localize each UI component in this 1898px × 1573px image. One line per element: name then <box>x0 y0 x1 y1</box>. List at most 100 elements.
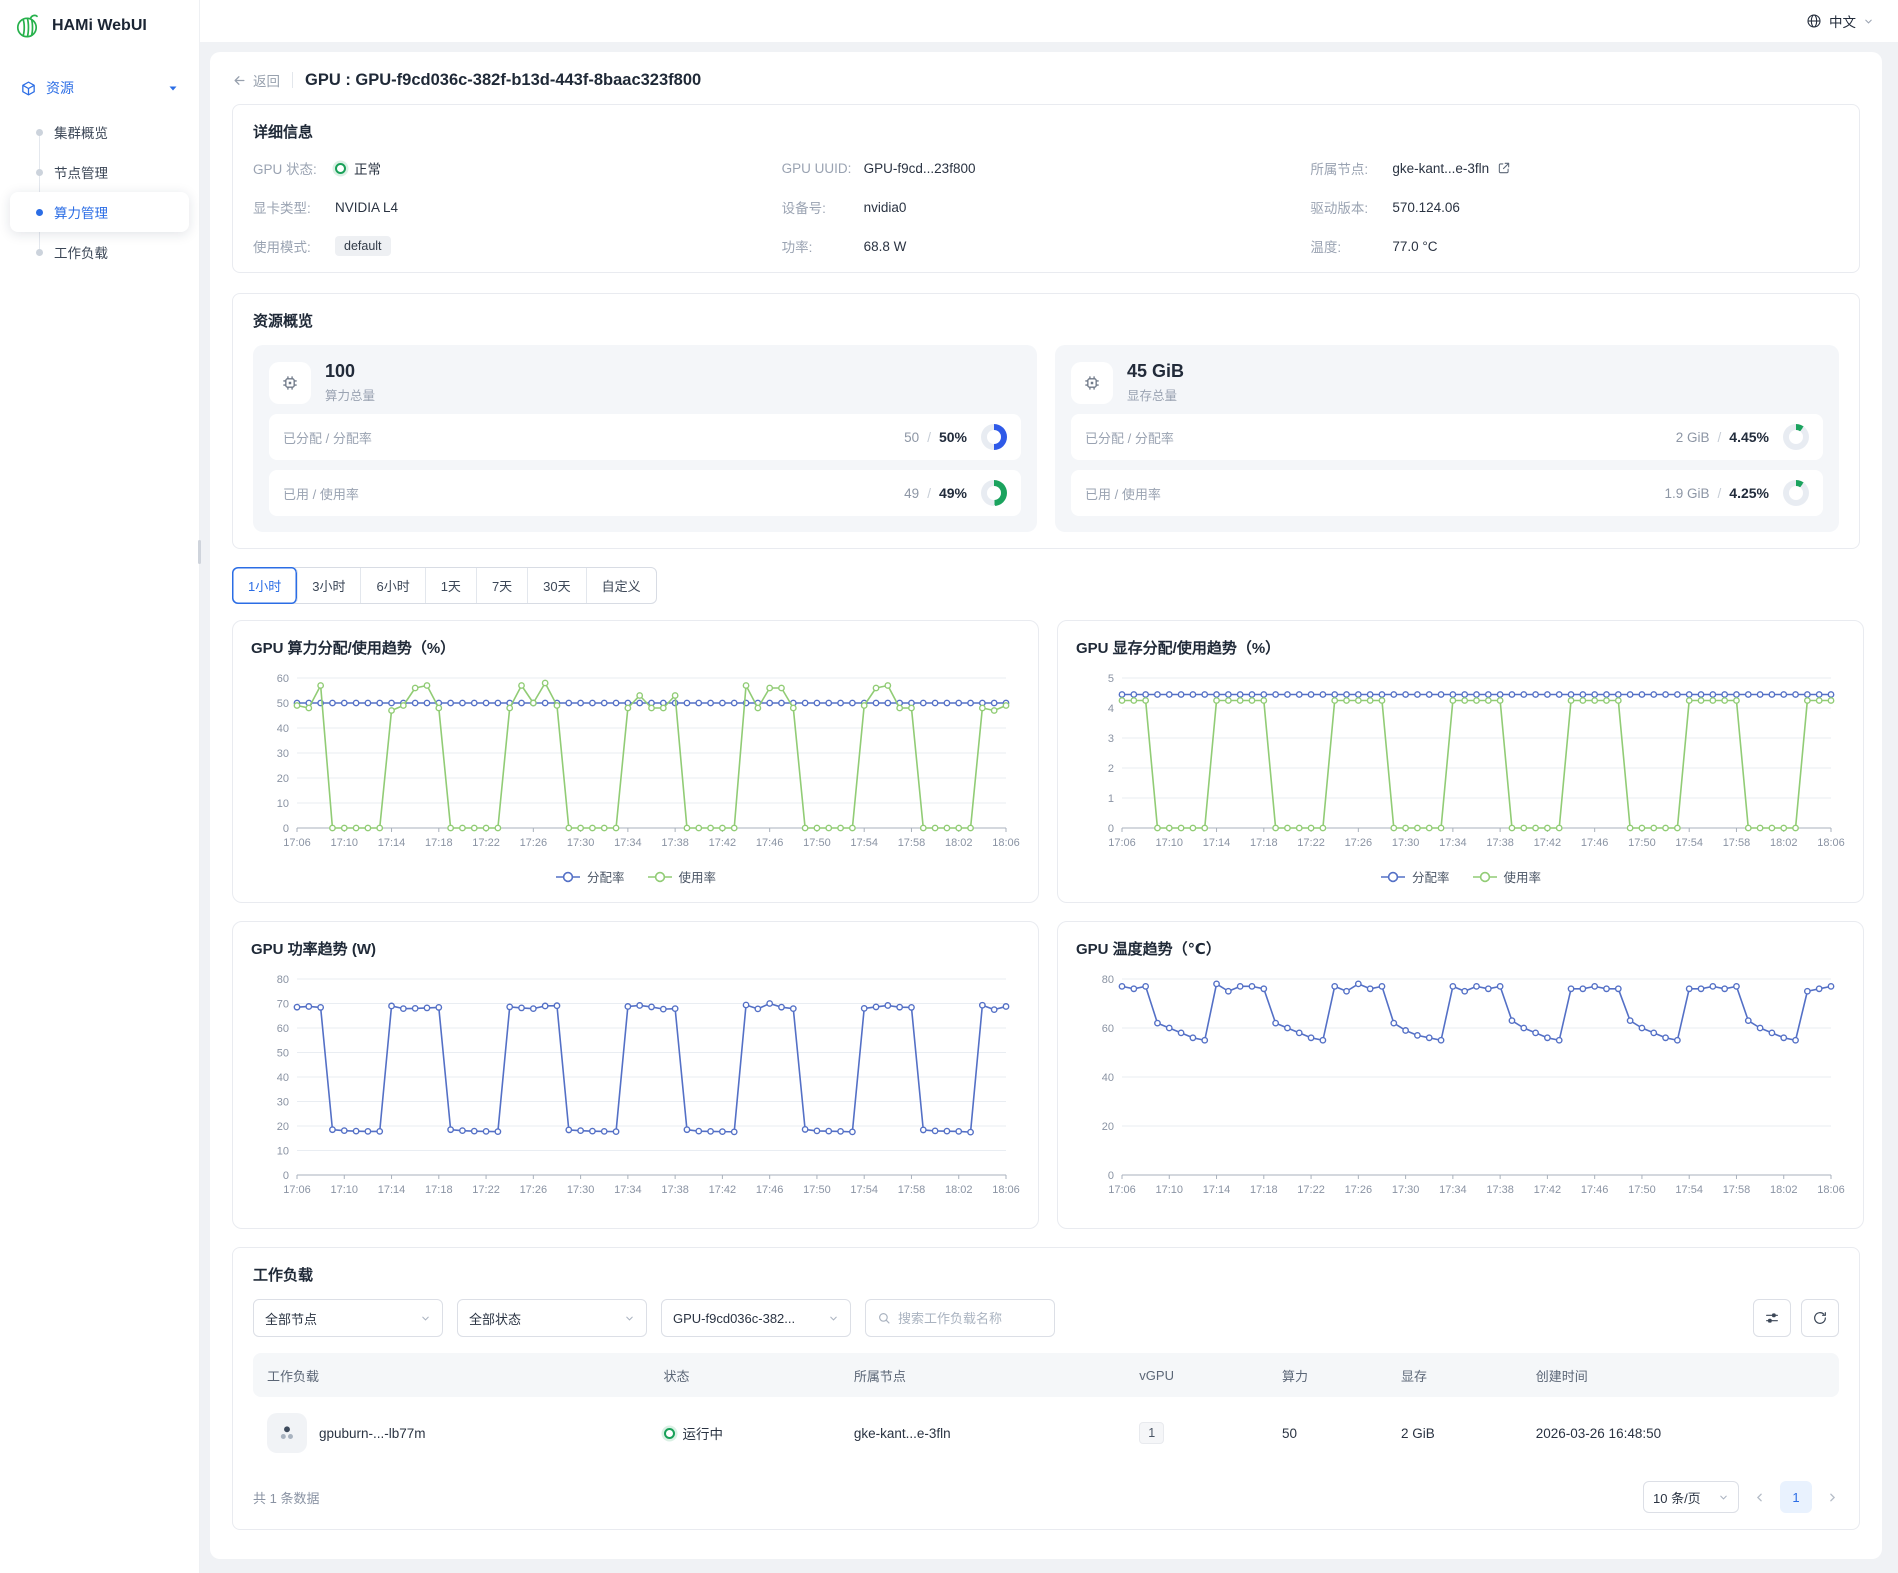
legend-usage[interactable]: 使用率 <box>1472 867 1542 886</box>
row-label: 已分配 / 分配率 <box>283 428 372 447</box>
refresh-button[interactable] <box>1801 1299 1839 1337</box>
sidebar-item-node-management[interactable]: 节点管理 <box>10 152 189 192</box>
svg-text:60: 60 <box>277 673 289 685</box>
sidebar-resize-handle[interactable] <box>198 540 201 564</box>
next-page-button[interactable] <box>1826 1491 1839 1504</box>
detail-info-card: 详细信息 GPU 状态: 正常 GPU UUID: GPU-f9cd...23f… <box>232 104 1860 273</box>
svg-text:18:06: 18:06 <box>1817 837 1845 849</box>
svg-text:10: 10 <box>277 798 289 810</box>
chevron-right-icon <box>1826 1491 1839 1504</box>
svg-text:17:14: 17:14 <box>1203 837 1231 849</box>
table-row[interactable]: gpuburn-...-lb77m 运行中 gke-kant...e-3fln … <box>253 1397 1839 1469</box>
external-link-icon[interactable] <box>1497 161 1511 175</box>
prev-page-button[interactable] <box>1753 1491 1766 1504</box>
compute-trend-chart: 010203040506017:0617:1017:1417:1817:2217… <box>251 668 1020 860</box>
svg-text:50: 50 <box>277 1048 289 1060</box>
tab-3h[interactable]: 3小时 <box>297 568 361 603</box>
field-power: 功率: 68.8 W <box>782 236 1311 256</box>
compute-trend-chart-card: GPU 算力分配/使用趋势（%） 010203040506017:0617:10… <box>232 620 1039 903</box>
page-number-1[interactable]: 1 <box>1780 1481 1812 1513</box>
page-title: GPU : GPU-f9cd036c-382f-b13d-443f-8baac3… <box>305 71 701 90</box>
field-value: 77.0 °C <box>1392 239 1437 254</box>
usage-donut <box>981 480 1007 506</box>
default-mode-badge: default <box>335 236 391 256</box>
field-card-type: 显卡类型: NVIDIA L4 <box>253 197 782 217</box>
language-selector[interactable]: 中文 <box>1806 11 1874 31</box>
legend-allocation[interactable]: 分配率 <box>1380 867 1450 886</box>
chevron-down-icon <box>624 1313 635 1324</box>
svg-text:80: 80 <box>1102 974 1114 986</box>
table-footer: 共 1 条数据 10 条/页 1 <box>253 1481 1839 1513</box>
node-link[interactable]: gke-kant...e-3fln <box>1392 161 1489 176</box>
gpu-filter-select[interactable]: GPU-f9cd036c-382... <box>661 1299 851 1337</box>
field-label: 设备号: <box>782 197 864 217</box>
svg-text:2: 2 <box>1108 763 1114 775</box>
select-value: 全部状态 <box>469 1309 521 1328</box>
svg-text:18:02: 18:02 <box>945 837 973 849</box>
time-range-tabs: 1小时 3小时 6小时 1天 7天 30天 自定义 <box>232 567 657 604</box>
svg-text:17:26: 17:26 <box>520 1184 548 1196</box>
select-value: GPU-f9cd036c-382... <box>673 1311 795 1326</box>
tab-7d[interactable]: 7天 <box>477 568 528 603</box>
tab-custom[interactable]: 自定义 <box>587 568 656 603</box>
workload-name[interactable]: gpuburn-...-lb77m <box>319 1426 426 1441</box>
row-label: 已分配 / 分配率 <box>1085 428 1174 447</box>
field-driver-version: 驱动版本: 570.124.06 <box>1310 197 1839 217</box>
svg-text:17:46: 17:46 <box>756 1184 784 1196</box>
svg-text:17:58: 17:58 <box>1723 1184 1751 1196</box>
svg-text:17:10: 17:10 <box>1156 837 1184 849</box>
chart-title: GPU 温度趋势（℃） <box>1076 938 1845 959</box>
workload-compute: 50 <box>1268 1426 1387 1441</box>
svg-text:20: 20 <box>277 773 289 785</box>
tab-30d[interactable]: 30天 <box>528 568 586 603</box>
svg-text:50: 50 <box>277 698 289 710</box>
tab-1h[interactable]: 1小时 <box>232 567 298 604</box>
svg-text:17:18: 17:18 <box>425 1184 453 1196</box>
memory-total-value: 45 GiB <box>1127 361 1184 382</box>
sidebar-group-resources[interactable]: 资源 <box>10 70 189 106</box>
field-node: 所属节点: gke-kant...e-3fln <box>1310 158 1839 178</box>
watermelon-logo-icon <box>14 12 42 40</box>
field-label: 驱动版本: <box>1310 197 1392 217</box>
col-header-status: 状态 <box>650 1366 840 1385</box>
search-input[interactable] <box>898 1311 1028 1326</box>
svg-text:18:06: 18:06 <box>1817 1184 1845 1196</box>
sidebar-item-compute-management[interactable]: 算力管理 <box>10 192 189 232</box>
svg-text:17:38: 17:38 <box>1486 1184 1514 1196</box>
legend-usage[interactable]: 使用率 <box>647 867 717 886</box>
chart-title: GPU 功率趋势 (W) <box>251 938 1020 959</box>
svg-text:17:26: 17:26 <box>520 837 548 849</box>
tab-6h[interactable]: 6小时 <box>361 568 425 603</box>
svg-text:17:18: 17:18 <box>425 837 453 849</box>
svg-text:60: 60 <box>277 1023 289 1035</box>
svg-text:17:06: 17:06 <box>1108 1184 1136 1196</box>
field-value: nvidia0 <box>864 200 907 215</box>
sidebar-tree: 集群概览 节点管理 算力管理 工作负载 <box>10 112 189 272</box>
column-settings-button[interactable] <box>1753 1299 1791 1337</box>
sidebar-item-cluster-overview[interactable]: 集群概览 <box>10 112 189 152</box>
svg-text:80: 80 <box>277 974 289 986</box>
charts-row-1: GPU 算力分配/使用趋势（%） 010203040506017:0617:10… <box>232 620 1860 903</box>
svg-text:17:10: 17:10 <box>331 1184 359 1196</box>
svg-text:10: 10 <box>277 1146 289 1158</box>
page-size-select[interactable]: 10 条/页 <box>1643 1481 1739 1513</box>
back-button[interactable]: 返回 <box>232 70 280 90</box>
tab-1d[interactable]: 1天 <box>426 568 477 603</box>
status-ok-icon <box>335 163 346 174</box>
sidebar: HAMi WebUI 资源 集群概览 <box>0 0 200 1573</box>
status-filter-select[interactable]: 全部状态 <box>457 1299 647 1337</box>
memory-allocated-row: 已分配 / 分配率 2 GiB / 4.45% <box>1071 414 1823 460</box>
svg-text:70: 70 <box>277 999 289 1011</box>
sidebar-menu: 资源 集群概览 节点管理 算力管理 <box>0 52 199 272</box>
sidebar-item-workloads[interactable]: 工作负载 <box>10 232 189 272</box>
svg-text:17:06: 17:06 <box>1108 837 1136 849</box>
svg-text:17:22: 17:22 <box>1297 1184 1325 1196</box>
svg-text:17:58: 17:58 <box>898 1184 926 1196</box>
compute-total-card: 100 算力总量 已分配 / 分配率 50 / 50% <box>253 345 1037 532</box>
row-value: 50 <box>904 430 919 445</box>
temperature-trend-chart: 02040608017:0617:1017:1417:1817:2217:261… <box>1076 969 1845 1207</box>
legend-allocation[interactable]: 分配率 <box>555 867 625 886</box>
node-filter-select[interactable]: 全部节点 <box>253 1299 443 1337</box>
overview-grid: 100 算力总量 已分配 / 分配率 50 / 50% <box>253 345 1839 532</box>
svg-text:17:14: 17:14 <box>378 1184 406 1196</box>
